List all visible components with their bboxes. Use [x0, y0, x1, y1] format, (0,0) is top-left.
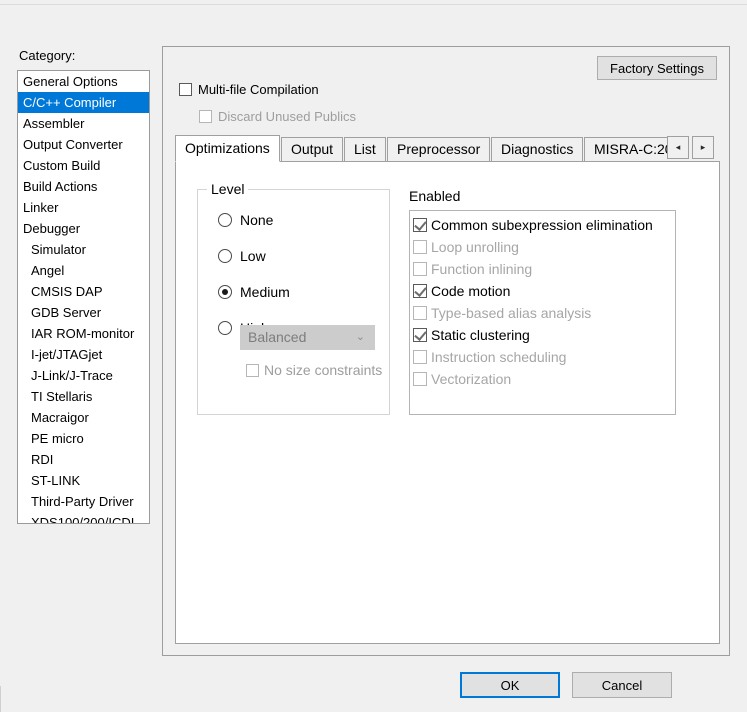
checkbox-icon: [413, 372, 427, 386]
checkbox-icon: [413, 350, 427, 364]
discard-unused-publics-checkbox: Discard Unused Publics: [199, 109, 356, 124]
category-item[interactable]: ST-LINK: [18, 470, 149, 491]
category-item[interactable]: Linker: [18, 197, 149, 218]
category-item[interactable]: I-jet/JTAGjet: [18, 344, 149, 365]
category-item[interactable]: TI Stellaris: [18, 386, 149, 407]
enabled-list-item-label: Common subexpression elimination: [431, 217, 653, 233]
no-size-constraints-label: No size constraints: [264, 362, 383, 378]
tab-output[interactable]: Output: [281, 137, 344, 161]
tab-optimizations[interactable]: Optimizations: [175, 135, 280, 162]
category-item[interactable]: Output Converter: [18, 134, 149, 155]
tab-diagnostics[interactable]: Diagnostics: [491, 137, 584, 161]
checkbox-icon: [413, 240, 427, 254]
category-item[interactable]: Assembler: [18, 113, 149, 134]
enabled-list-item: Instruction scheduling: [413, 346, 675, 368]
radio-button-icon: [218, 285, 232, 299]
window-frame-top-edge: [0, 4, 747, 5]
enabled-list-item-label: Code motion: [431, 283, 511, 299]
checkbox-icon: [413, 284, 427, 298]
checkbox-icon: [179, 83, 192, 96]
level-radio-low[interactable]: Low: [218, 248, 266, 264]
optimization-strategy-value: Balanced: [248, 329, 307, 345]
optimizations-tab-page: Level NoneLowMediumHigh Balanced ⌄ No si…: [175, 161, 720, 644]
category-item[interactable]: RDI: [18, 449, 149, 470]
category-item[interactable]: Build Actions: [18, 176, 149, 197]
category-item[interactable]: Simulator: [18, 239, 149, 260]
category-item[interactable]: Angel: [18, 260, 149, 281]
checkbox-icon: [413, 218, 427, 232]
options-panel: Factory Settings Multi-file Compilation …: [162, 46, 730, 656]
tab-scroll-left-icon[interactable]: ◂: [667, 136, 689, 159]
enabled-list-item-label: Loop unrolling: [431, 239, 519, 255]
level-groupbox: Level NoneLowMediumHigh Balanced ⌄ No si…: [197, 181, 390, 415]
level-radio-label: None: [240, 212, 274, 228]
radio-button-icon: [218, 213, 232, 227]
enabled-list-item[interactable]: Static clustering: [413, 324, 675, 346]
enabled-list-item: Loop unrolling: [413, 236, 675, 258]
category-item[interactable]: GDB Server: [18, 302, 149, 323]
category-item[interactable]: Macraigor: [18, 407, 149, 428]
level-groupbox-title: Level: [207, 181, 249, 197]
tab-misra-c-2004[interactable]: MISRA-C:2004: [584, 137, 667, 161]
tab-clip-region: Optimizations Output List Preprocessor Diagn…: [175, 135, 667, 163]
enabled-list-item-label: Function inlining: [431, 261, 533, 277]
enabled-list-item[interactable]: Code motion: [413, 280, 675, 302]
checkbox-icon: [413, 306, 427, 320]
category-item[interactable]: CMSIS DAP: [18, 281, 149, 302]
window-frame-left-edge: [0, 686, 1, 712]
checkbox-icon: [413, 262, 427, 276]
enabled-transformations-list[interactable]: Common subexpression elimination Loop unr…: [409, 210, 676, 415]
multi-file-compilation-checkbox[interactable]: Multi-file Compilation: [179, 82, 319, 97]
level-radio-none[interactable]: None: [218, 212, 273, 228]
category-item[interactable]: General Options: [18, 71, 149, 92]
category-item[interactable]: Debugger: [18, 218, 149, 239]
tab-list[interactable]: List: [344, 137, 386, 161]
enabled-list-title: Enabled: [409, 188, 461, 204]
multi-file-compilation-label: Multi-file Compilation: [198, 82, 319, 97]
checkbox-icon: [199, 110, 212, 123]
factory-settings-button[interactable]: Factory Settings: [597, 56, 717, 80]
category-item[interactable]: PE micro: [18, 428, 149, 449]
no-size-constraints-checkbox: No size constraints: [246, 362, 388, 378]
level-radio-label: Medium: [240, 284, 290, 300]
checkbox-icon: [246, 363, 259, 377]
ok-button[interactable]: OK: [460, 672, 560, 698]
enabled-list-item-label: Type-based alias analysis: [431, 305, 592, 321]
category-item[interactable]: C/C++ Compiler: [18, 92, 149, 113]
category-item[interactable]: Third-Party Driver: [18, 491, 149, 512]
cancel-button[interactable]: Cancel: [572, 672, 672, 698]
enabled-list-item-label: Vectorization: [431, 371, 512, 387]
level-radio-label: Low: [240, 248, 266, 264]
chevron-down-icon: ⌄: [355, 331, 365, 343]
tab-scroll-right-icon[interactable]: ▸: [692, 136, 714, 159]
category-label: Category:: [19, 48, 76, 63]
discard-unused-publics-label: Discard Unused Publics: [218, 109, 357, 124]
level-radio-medium[interactable]: Medium: [218, 284, 290, 300]
category-item[interactable]: Custom Build: [18, 155, 149, 176]
enabled-list-item: Type-based alias analysis: [413, 302, 675, 324]
category-item[interactable]: XDS100/200/ICDI: [18, 512, 149, 523]
category-list[interactable]: General Options C/C++ Compiler Assembler Ou…: [17, 70, 150, 524]
category-item[interactable]: J-Link/J-Trace: [18, 365, 149, 386]
enabled-list-item-label: Instruction scheduling: [431, 349, 567, 365]
tab-strip: Optimizations Output List Preprocessor Diagn…: [175, 135, 720, 163]
category-item[interactable]: IAR ROM-monitor: [18, 323, 149, 344]
enabled-list-item-label: Static clustering: [431, 327, 530, 343]
enabled-list-item: Vectorization: [413, 368, 675, 390]
radio-button-icon: [218, 321, 232, 335]
enabled-list-item[interactable]: Common subexpression elimination: [413, 214, 675, 236]
radio-button-icon: [218, 249, 232, 263]
tab-preprocessor[interactable]: Preprocessor: [387, 137, 491, 161]
enabled-list-item: Function inlining: [413, 258, 675, 280]
optimization-strategy-combo: Balanced ⌄: [240, 325, 375, 350]
checkbox-icon: [413, 328, 427, 342]
